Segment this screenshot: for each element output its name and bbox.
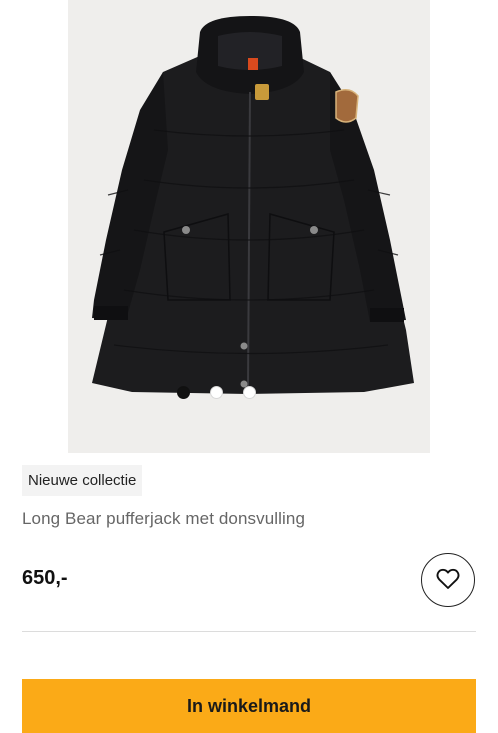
add-to-cart-button[interactable]: In winkelmand [22,679,476,733]
product-gallery[interactable] [0,0,498,453]
gallery-pagination [0,386,498,400]
wishlist-button[interactable] [421,553,475,607]
product-price: 650,- [22,567,68,589]
heart-icon [436,568,460,593]
gallery-dot-1[interactable] [176,386,190,399]
gallery-dot-2[interactable] [209,386,223,399]
gallery-dot-3[interactable] [242,386,256,399]
new-collection-badge: Nieuwe collectie [22,465,143,496]
product-title: Long Bear pufferjack met donsvulling [22,509,306,528]
divider [22,631,476,632]
